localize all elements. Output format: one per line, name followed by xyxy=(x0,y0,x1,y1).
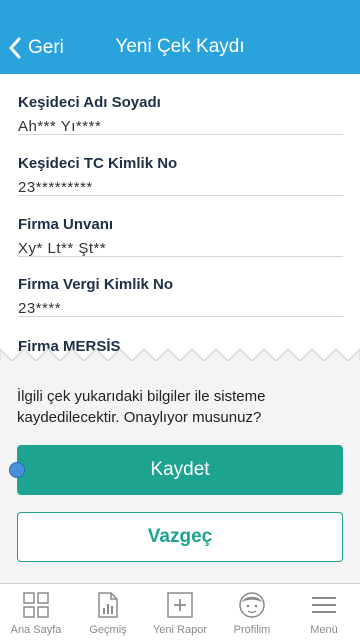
tab-home[interactable]: Ana Sayfa xyxy=(0,584,72,641)
field-company-title: Firma Unvanı Xy* Lt** Şt** xyxy=(18,196,343,257)
page-title: Yeni Çek Kaydı xyxy=(115,36,245,57)
cancel-button[interactable]: Vazgeç xyxy=(17,512,343,562)
app-header: Geri Yeni Çek Kaydı xyxy=(0,0,360,74)
tab-profile[interactable]: Profilim xyxy=(216,584,288,641)
touch-indicator-dot xyxy=(9,462,25,478)
field-drawer-name: Keşideci Adı Soyadı Ah*** Yı**** xyxy=(18,74,343,135)
field-company-tax-no: Firma Vergi Kimlik No 23**** xyxy=(18,256,343,317)
field-drawer-tc-no: Keşideci TC Kimlik No 23********* xyxy=(18,135,343,196)
tab-new-report[interactable]: Yeni Rapor xyxy=(144,584,216,641)
tab-label: Profilim xyxy=(233,624,271,636)
field-value: 23********* xyxy=(18,179,93,196)
field-label: Firma Vergi Kimlik No xyxy=(18,276,174,293)
field-value: 23**** xyxy=(18,300,62,317)
save-button[interactable]: Kaydet xyxy=(17,445,343,495)
tab-label: Geçmiş xyxy=(89,624,127,636)
tab-label: Menü xyxy=(310,624,338,636)
tab-label: Yeni Rapor xyxy=(152,624,208,636)
field-label: Keşideci Adı Soyadı xyxy=(18,94,161,111)
field-label: Keşideci TC Kimlik No xyxy=(18,155,178,172)
field-label: Firma Unvanı xyxy=(18,216,114,233)
tab-history[interactable]: Geçmiş xyxy=(72,584,144,641)
record-details[interactable]: Keşideci Adı Soyadı Ah*** Yı**** Keşidec… xyxy=(0,74,360,374)
tab-label: Ana Sayfa xyxy=(10,624,62,636)
tab-menu[interactable]: Menü xyxy=(288,584,360,641)
field-value: Xy* Lt** Şt** xyxy=(18,240,107,257)
bottom-tab-bar: Ana Sayfa Geçmiş Yeni Rapor Profilim Men… xyxy=(0,583,360,641)
confirmation-message: İlgili çek yukarıdaki bilgiler ile siste… xyxy=(17,388,266,426)
field-value: Ah*** Yı**** xyxy=(18,118,102,135)
zigzag-edge xyxy=(0,348,360,363)
